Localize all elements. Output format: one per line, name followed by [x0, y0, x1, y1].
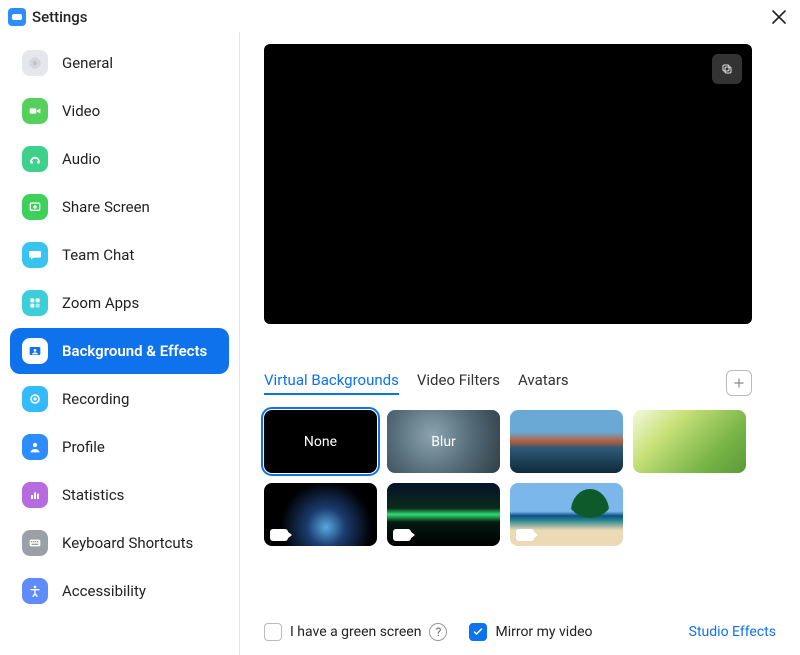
- bg-tile-beach[interactable]: [510, 483, 623, 546]
- app-icon: [8, 8, 26, 26]
- sidebar-item-label: Audio: [62, 150, 101, 168]
- video-badge-icon: [516, 529, 534, 541]
- share-screen-icon: [22, 194, 48, 220]
- bottom-row: I have a green screen ? Mirror my video …: [264, 623, 776, 641]
- green-screen-checkbox[interactable]: I have a green screen ?: [264, 623, 447, 641]
- tab-virtual-backgrounds[interactable]: Virtual Backgrounds: [264, 371, 399, 395]
- add-background-button[interactable]: [726, 370, 752, 396]
- plus-icon: [732, 376, 746, 390]
- checkbox-icon: [469, 623, 487, 641]
- sidebar: General Video Audio Share Screen Team Ch: [0, 32, 240, 655]
- titlebar: Settings: [0, 0, 800, 32]
- sidebar-item-share-screen[interactable]: Share Screen: [10, 184, 229, 230]
- bg-tile-none[interactable]: None: [264, 410, 377, 473]
- sidebar-item-label: General: [62, 54, 113, 72]
- tab-video-filters[interactable]: Video Filters: [417, 371, 500, 395]
- background-icon: [22, 338, 48, 364]
- bg-tile-grass[interactable]: [633, 410, 746, 473]
- rotate-camera-button[interactable]: [712, 54, 742, 84]
- sidebar-item-label: Profile: [62, 438, 105, 456]
- sidebar-item-label: Statistics: [62, 486, 124, 504]
- rotate-icon: [719, 61, 735, 77]
- sidebar-item-label: Keyboard Shortcuts: [62, 534, 193, 552]
- statistics-icon: [22, 482, 48, 508]
- gear-icon: [22, 50, 48, 76]
- window-title: Settings: [32, 8, 88, 26]
- sidebar-item-statistics[interactable]: Statistics: [10, 472, 229, 518]
- sidebar-item-label: Video: [62, 102, 100, 120]
- bg-tile-label: Blur: [431, 434, 456, 450]
- sidebar-item-label: Accessibility: [62, 582, 146, 600]
- sidebar-item-profile[interactable]: Profile: [10, 424, 229, 470]
- apps-icon: [22, 290, 48, 316]
- studio-effects-link[interactable]: Studio Effects: [689, 624, 776, 640]
- sidebar-item-label: Team Chat: [62, 246, 134, 264]
- background-grid: None Blur: [264, 410, 760, 546]
- video-badge-icon: [393, 529, 411, 541]
- tab-avatars[interactable]: Avatars: [518, 371, 569, 395]
- close-icon: [772, 10, 786, 24]
- bg-tile-bridge[interactable]: [510, 410, 623, 473]
- main-panel: Virtual Backgrounds Video Filters Avatar…: [240, 32, 800, 655]
- bg-tile-blur[interactable]: Blur: [387, 410, 500, 473]
- sidebar-item-video[interactable]: Video: [10, 88, 229, 134]
- recording-icon: [22, 386, 48, 412]
- bg-tile-label: None: [304, 434, 337, 450]
- help-icon[interactable]: ?: [429, 623, 447, 641]
- sidebar-item-team-chat[interactable]: Team Chat: [10, 232, 229, 278]
- close-button[interactable]: [768, 6, 790, 28]
- video-preview: [264, 44, 752, 324]
- sidebar-item-label: Background & Effects: [62, 342, 207, 360]
- keyboard-icon: [22, 530, 48, 556]
- mirror-video-checkbox[interactable]: Mirror my video: [469, 623, 592, 641]
- video-icon: [22, 98, 48, 124]
- checkbox-icon: [264, 623, 282, 641]
- sidebar-item-label: Share Screen: [62, 198, 150, 216]
- sidebar-item-recording[interactable]: Recording: [10, 376, 229, 422]
- sidebar-item-audio[interactable]: Audio: [10, 136, 229, 182]
- mirror-video-label: Mirror my video: [495, 624, 592, 640]
- sidebar-item-general[interactable]: General: [10, 40, 229, 86]
- accessibility-icon: [22, 578, 48, 604]
- tabs: Virtual Backgrounds Video Filters Avatar…: [264, 371, 569, 395]
- green-screen-label: I have a green screen: [290, 624, 421, 640]
- sidebar-item-background-effects[interactable]: Background & Effects: [10, 328, 229, 374]
- bg-tile-aurora[interactable]: [387, 483, 500, 546]
- sidebar-item-zoom-apps[interactable]: Zoom Apps: [10, 280, 229, 326]
- bg-tile-earth[interactable]: [264, 483, 377, 546]
- sidebar-item-label: Zoom Apps: [62, 294, 139, 312]
- audio-icon: [22, 146, 48, 172]
- video-badge-icon: [270, 529, 288, 541]
- sidebar-item-label: Recording: [62, 390, 129, 408]
- chat-icon: [22, 242, 48, 268]
- sidebar-item-keyboard-shortcuts[interactable]: Keyboard Shortcuts: [10, 520, 229, 566]
- profile-icon: [22, 434, 48, 460]
- sidebar-item-accessibility[interactable]: Accessibility: [10, 568, 229, 614]
